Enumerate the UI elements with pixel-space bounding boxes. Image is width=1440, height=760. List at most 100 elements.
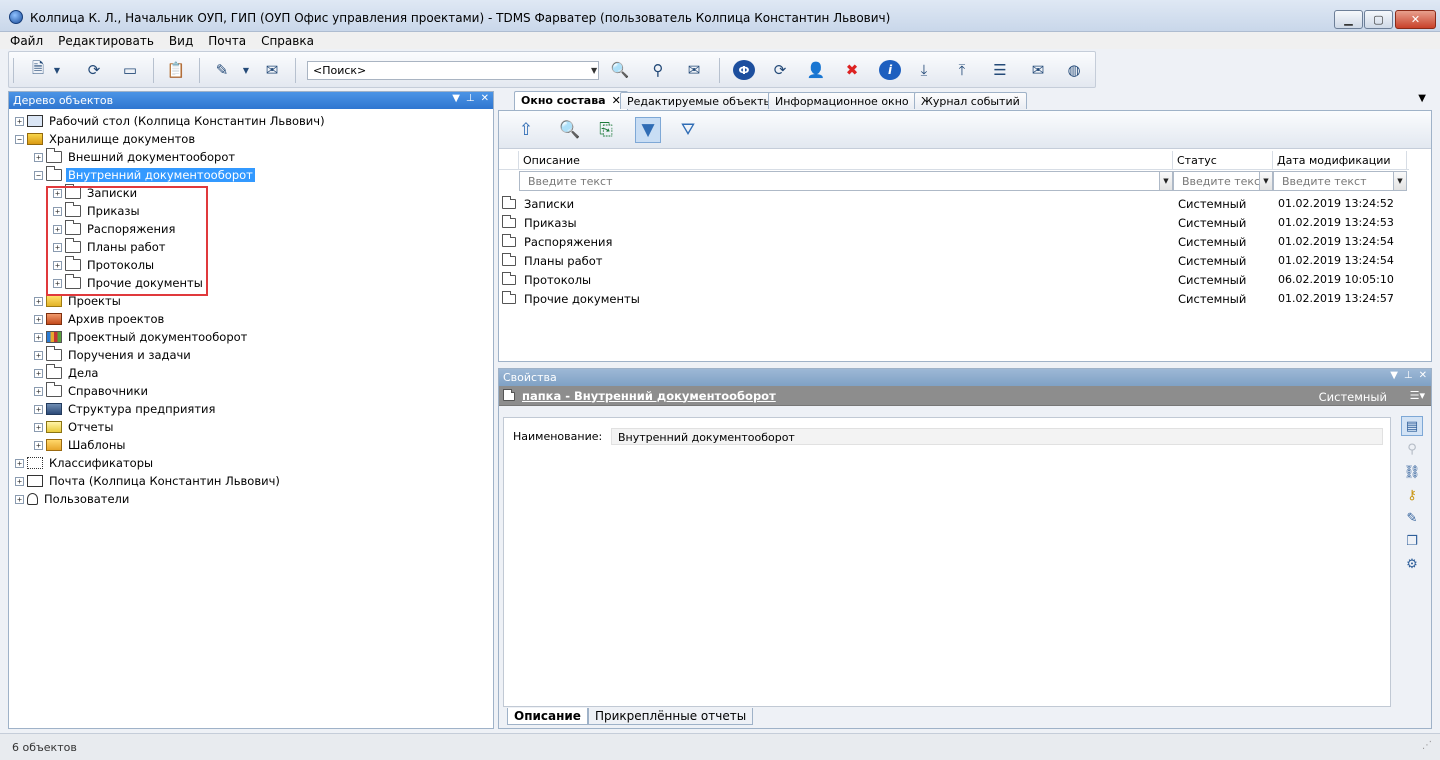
expand-icon[interactable]: + [15,494,24,504]
filter-dropdown-icon[interactable]: ▼ [1259,172,1272,190]
globe-icon[interactable]: ◍ [1063,60,1085,80]
expand-icon[interactable]: + [15,116,24,126]
collapse-icon[interactable]: − [15,134,24,144]
farvater-logo-icon[interactable]: Ф [733,60,755,80]
refresh-icon[interactable]: ⟳ [769,60,791,80]
expand-icon[interactable]: + [34,314,43,324]
user-search-icon[interactable]: ⚲ [647,60,669,80]
tab-composition[interactable]: Окно состава ✕ [514,91,628,110]
settings-icon[interactable]: ⚙ [1401,554,1423,574]
table-row[interactable]: Распоряжения Системный 01.02.2019 13:24:54 [499,232,1429,251]
export-excel-icon[interactable]: ⎘ [593,117,619,143]
tree-item[interactable]: + Поручения и задачи [34,346,193,364]
user-sync-icon[interactable]: 👤 [805,60,827,80]
tree-item[interactable]: + Пользователи [15,490,131,508]
table-row[interactable]: Протоколы Системный 06.02.2019 10:05:10 [499,270,1429,289]
edit-mail-icon[interactable]: ✎ [211,60,233,80]
tree-item[interactable]: + Дела [34,364,100,382]
expand-icon[interactable]: + [15,458,24,468]
table-row[interactable]: Записки Системный 01.02.2019 13:24:52 [499,194,1429,213]
expand-icon[interactable]: + [34,332,43,342]
tree-item[interactable]: + Проектный документооборот [34,328,249,346]
close-button[interactable]: ✕ [1395,10,1436,29]
checkin-icon[interactable]: ⤒ [951,60,973,80]
menu-mail[interactable]: Почта [208,34,246,48]
info-icon[interactable]: i [879,60,901,80]
folder-search-icon[interactable]: 🔍 [609,60,631,80]
tree-item[interactable]: + Классификаторы [15,454,155,472]
properties-object-title[interactable]: папка - Внутренний документооборот [522,389,776,403]
panel-close-icon[interactable]: ✕ [481,93,489,104]
expand-icon[interactable]: + [34,440,43,450]
table-row[interactable]: Прочие документы Системный 01.02.2019 13:2… [499,289,1429,308]
dropdown-arrow-icon[interactable]: ▼ [241,60,251,80]
filter-dropdown-icon[interactable]: ▼ [1159,172,1172,190]
name-field-value[interactable]: Внутренний документооборот [611,428,1383,445]
pin-icon[interactable]: ⊥ [466,93,475,104]
tree-item[interactable]: + Почта (Колпица Константин Львович) [15,472,282,490]
expand-icon[interactable]: + [34,404,43,414]
properties-menu-icon[interactable]: ☰▾ [1410,389,1425,402]
tab-description[interactable]: Описание [507,708,588,725]
tree-item[interactable]: − Хранилище документов [15,130,197,148]
expand-icon[interactable]: + [34,368,43,378]
delete-link-icon[interactable]: ✖ [841,60,863,80]
search-dropdown-icon[interactable]: ▼ [591,62,599,79]
column-description[interactable]: Описание [519,151,1173,170]
mail-icon[interactable]: ✉ [683,60,705,80]
search-input[interactable] [307,61,599,80]
filter-icon[interactable]: ▼ [635,117,661,143]
link-icon[interactable]: ⛓ [1401,462,1423,482]
expand-icon[interactable]: + [34,350,43,360]
dropdown-arrow-icon[interactable]: ▼ [52,60,62,80]
tabs-menu-icon[interactable]: ▼ [1418,93,1426,104]
maximize-button[interactable]: ▢ [1364,10,1393,29]
filter-date-input[interactable]: Введите текст ▼ [1273,171,1407,191]
panel-close-icon[interactable]: ✕ [1419,370,1427,381]
expand-icon[interactable]: + [34,296,43,306]
tree-item[interactable]: + Отчеты [34,418,115,436]
filter-description-input[interactable]: Введите текст ▼ [519,171,1173,191]
send-mail-icon[interactable]: ✉ [261,60,283,80]
table-row[interactable]: Планы работ Системный 01.02.2019 13:24:54 [499,251,1429,270]
tab-editable-objects[interactable]: Редактируемые объекты [620,92,780,109]
level-up-icon[interactable]: ⇧ [513,117,539,143]
tree-item[interactable]: − Внутренний документооборот [34,166,255,184]
pin-icon[interactable]: ⊥ [1404,370,1413,381]
find-in-list-icon[interactable]: 🔍 [557,117,583,143]
paste-icon[interactable]: 📋 [165,60,187,80]
key-icon[interactable]: ⚷ [1401,485,1423,505]
expand-icon[interactable]: + [34,152,43,162]
panel-menu-icon[interactable]: ▼ [1390,370,1398,381]
description-view-icon[interactable]: ▤ [1401,416,1423,436]
column-status[interactable]: Статус [1173,151,1273,170]
collapse-icon[interactable]: − [34,170,43,180]
resize-grip-icon[interactable]: ⋰ [1422,740,1434,752]
expand-icon[interactable]: + [15,476,24,486]
new-object-icon[interactable]: 🗎 [27,59,49,80]
menu-file[interactable]: Файл [10,34,43,48]
expand-icon[interactable]: + [34,422,43,432]
tree-item[interactable]: + Внешний документооборот [34,148,237,166]
menu-help[interactable]: Справка [261,34,314,48]
tree-item[interactable]: + Архив проектов [34,310,166,328]
checkout-icon[interactable]: ⤓ [913,60,935,80]
tab-info-window[interactable]: Информационное окно [768,92,916,109]
tree-item[interactable]: + Шаблоны [34,436,127,454]
tree-item[interactable]: + Структура предприятия [34,400,217,418]
menu-view[interactable]: Вид [169,34,193,48]
tab-event-log[interactable]: Журнал событий [914,92,1027,109]
books-icon[interactable]: ❐ [1401,531,1423,551]
expand-icon[interactable]: + [34,386,43,396]
refresh-icon[interactable]: ⟳ [83,60,105,80]
tab-attached-reports[interactable]: Прикреплённые отчеты [587,708,754,725]
column-modified-date[interactable]: Дата модификации [1273,151,1407,170]
tree-item[interactable]: + Рабочий стол (Колпица Константин Львови… [15,112,327,130]
filter-status-input[interactable]: Введите текст ▼ [1173,171,1273,191]
window-icon[interactable]: ▭ [119,60,141,80]
panel-menu-icon[interactable]: ▼ [452,93,460,104]
table-row[interactable]: Приказы Системный 01.02.2019 13:24:53 [499,213,1429,232]
menu-edit[interactable]: Редактировать [58,34,154,48]
minimize-button[interactable]: ▁ [1334,10,1363,29]
inbox-icon[interactable]: ✉ [1027,60,1049,80]
